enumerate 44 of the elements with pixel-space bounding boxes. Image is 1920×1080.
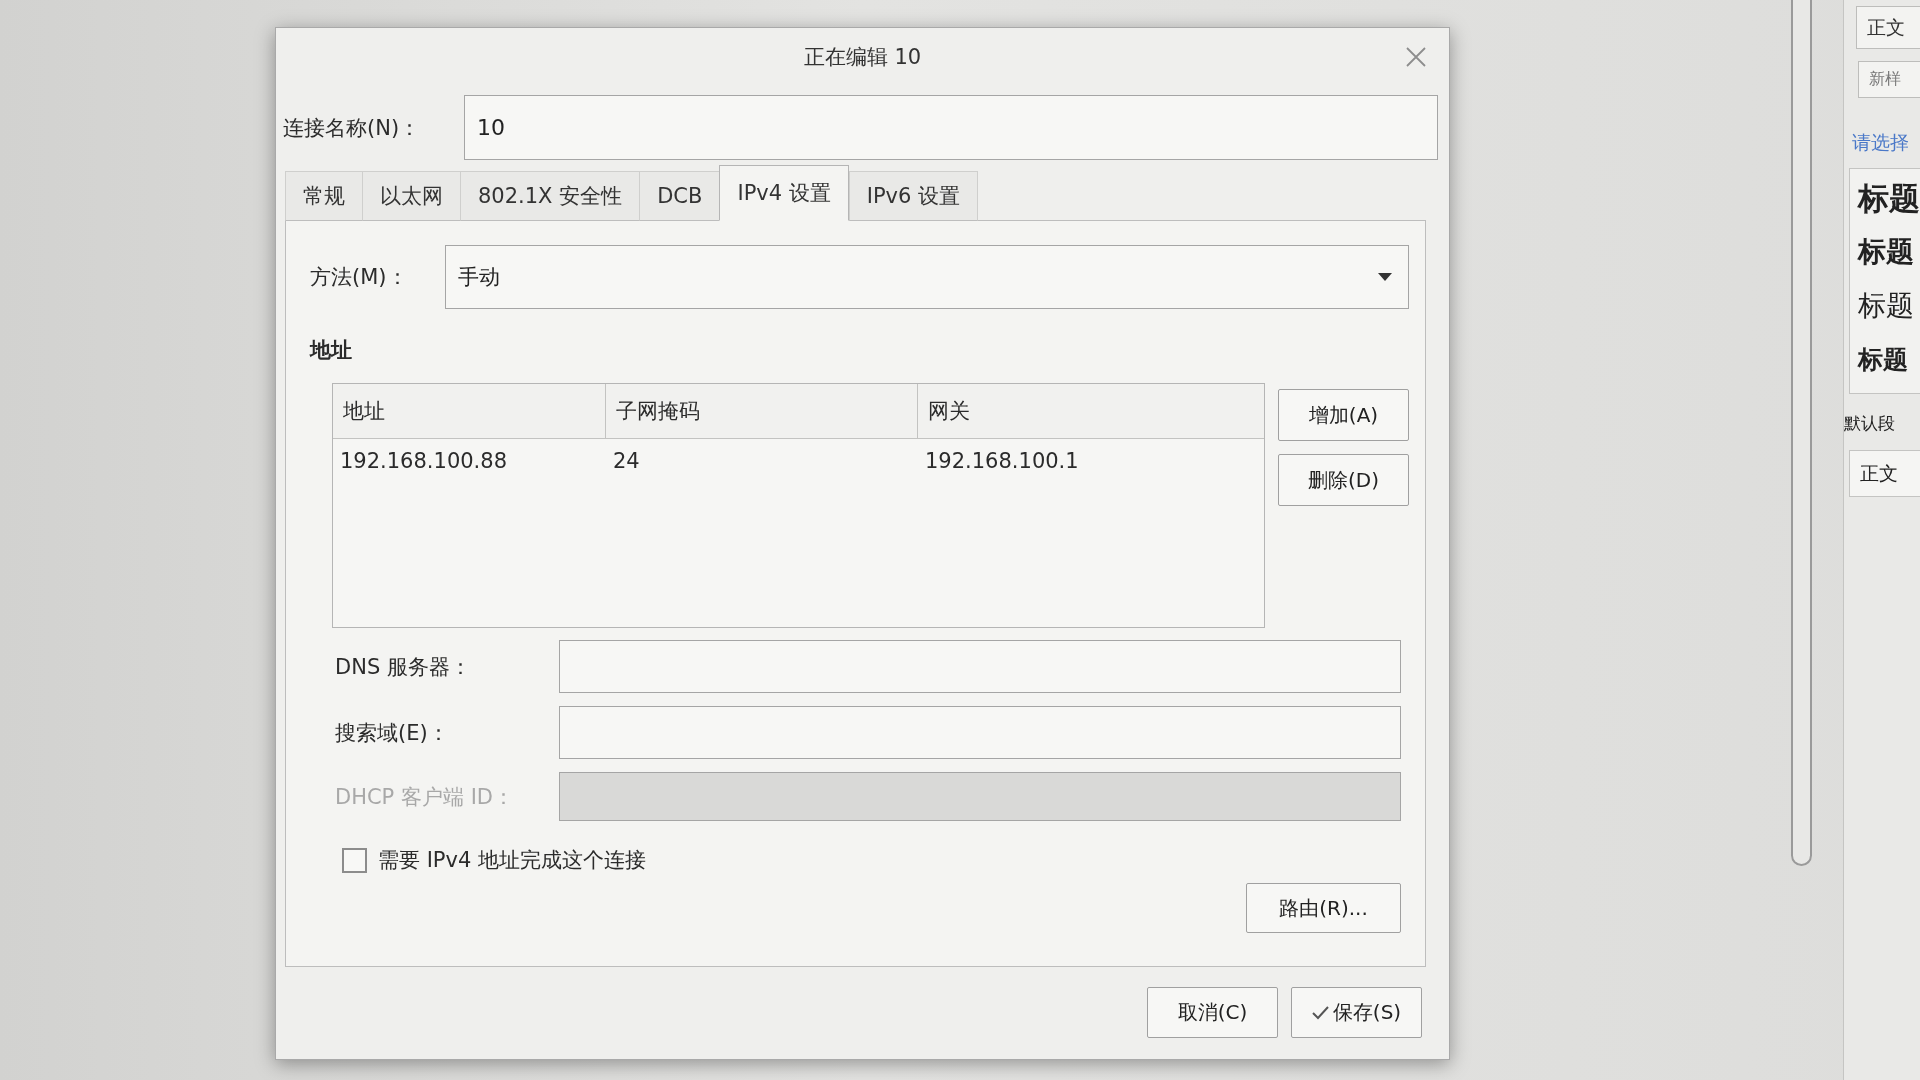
window-title: 正在编辑 10 bbox=[803, 43, 922, 71]
tab[interactable]: 以太网 bbox=[362, 171, 461, 221]
style-button[interactable]: 新样 bbox=[1858, 61, 1920, 98]
caret-icon bbox=[1378, 273, 1392, 281]
checkbox[interactable] bbox=[342, 847, 367, 873]
style-option[interactable]: 标题 bbox=[1858, 171, 1920, 225]
style-option[interactable]: 标题 bbox=[1858, 225, 1920, 279]
prompt-link[interactable]: 请选择 bbox=[1852, 130, 1920, 156]
save-button[interactable]: 保存(S) bbox=[1291, 987, 1422, 1038]
field-label: 连接名称(N)： bbox=[283, 114, 422, 142]
table-cell-text: 192.168.100.1 bbox=[924, 448, 1080, 475]
section-heading: 地址 bbox=[310, 337, 352, 364]
scrollbar-thumb[interactable] bbox=[1791, 0, 1812, 866]
column-header[interactable]: 网关 bbox=[918, 384, 1264, 439]
tab[interactable]: DCB bbox=[639, 171, 721, 221]
tab[interactable]: IPv4 设置 bbox=[719, 165, 849, 221]
tab[interactable]: IPv6 设置 bbox=[848, 171, 979, 221]
method-dropdown[interactable]: 手动 bbox=[445, 245, 1409, 309]
input-field[interactable] bbox=[559, 706, 1401, 759]
table-cell-text: 192.168.100.88 bbox=[339, 448, 508, 475]
style-option[interactable]: 标题 bbox=[1858, 279, 1920, 333]
field-label: 方法(M)： bbox=[310, 264, 409, 291]
field-label: DNS 服务器： bbox=[335, 653, 472, 681]
table-cell-text: 24 bbox=[612, 448, 641, 475]
connection-name-field[interactable]: 10 bbox=[464, 95, 1438, 160]
check-icon bbox=[1311, 1005, 1329, 1020]
style-option[interactable]: 默认段 bbox=[1844, 408, 1920, 438]
tab[interactable]: 常规 bbox=[285, 171, 363, 221]
tab[interactable]: 802.1X 安全性 bbox=[460, 171, 641, 221]
input-field[interactable] bbox=[559, 640, 1401, 693]
close-icon bbox=[1405, 45, 1427, 68]
column-header[interactable]: 地址 bbox=[333, 384, 606, 439]
routes-button[interactable]: 路由(R)... bbox=[1246, 883, 1401, 933]
address-button[interactable]: 删除(D) bbox=[1278, 454, 1409, 506]
style-option[interactable]: 正文 bbox=[1849, 450, 1920, 497]
address-button[interactable]: 增加(A) bbox=[1278, 389, 1409, 441]
column-header[interactable]: 子网掩码 bbox=[606, 384, 918, 439]
cancel-button[interactable]: 取消(C) bbox=[1147, 987, 1278, 1038]
checkbox-label[interactable]: 需要 IPv4 地址完成这个连接 bbox=[378, 846, 646, 874]
field-label: DHCP 客户端 ID： bbox=[335, 783, 515, 811]
style-option[interactable]: 标题 bbox=[1858, 333, 1920, 387]
field-label: 搜索域(E)： bbox=[335, 719, 450, 747]
close-button[interactable] bbox=[1405, 45, 1427, 68]
style-button[interactable]: 正文 bbox=[1856, 6, 1920, 49]
